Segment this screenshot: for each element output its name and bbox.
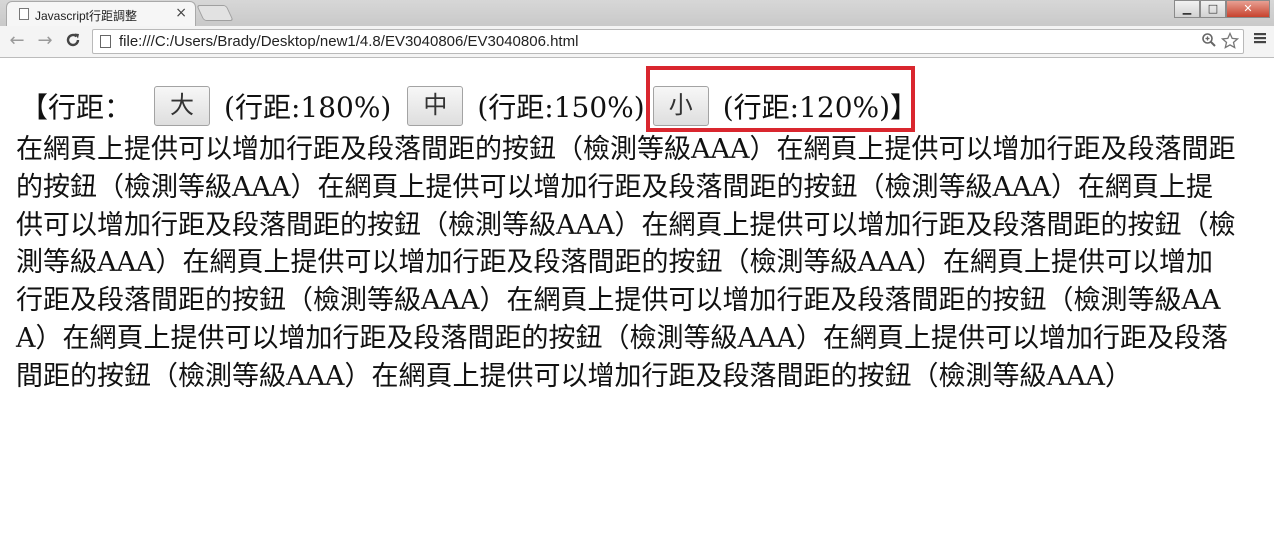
page-icon <box>19 8 29 20</box>
zoom-icon[interactable] <box>1201 32 1217 52</box>
minimize-button[interactable]: ▁ <box>1174 0 1200 18</box>
tab-title: Javascript行距調整 <box>35 9 138 23</box>
back-button[interactable]: ← <box>6 31 28 53</box>
sample-paragraph: 在網頁上提供可以增加行距及段落間距的按鈕（檢測等級AAA）在網頁上提供可以增加行… <box>16 134 1236 392</box>
highlight-box <box>646 66 915 132</box>
forward-button[interactable]: → <box>34 31 56 53</box>
reload-icon <box>66 33 80 47</box>
line-height-medium-button[interactable]: 中 <box>407 86 464 126</box>
maximize-button[interactable]: □ <box>1200 0 1226 18</box>
page-content: 【行距： 大 (行距:180%) 中 (行距:150%) 小 (行距:120%)… <box>0 59 1274 544</box>
url-text[interactable]: file:///C:/Users/Brady/Desktop/new1/4.8/… <box>119 33 578 50</box>
line-height-large-desc: (行距:180%) <box>224 91 392 124</box>
line-height-medium-desc: (行距:150%) <box>477 91 645 124</box>
reload-button[interactable] <box>62 31 84 53</box>
window-controls: ▁ □ ✕ <box>1174 0 1270 18</box>
line-height-large-button[interactable]: 大 <box>154 86 211 126</box>
page-icon <box>100 35 111 48</box>
browser-tab[interactable]: Javascript行距調整 × <box>6 1 196 26</box>
browser-titlebar: Javascript行距調整 × ▁ □ ✕ <box>0 0 1274 26</box>
tab-close-icon[interactable]: × <box>175 5 187 21</box>
star-icon[interactable] <box>1220 31 1240 54</box>
line-height-label: 【行距： <box>20 91 133 124</box>
browser-toolbar: ← → file:///C:/Users/Brady/Desktop/new1/… <box>0 26 1274 58</box>
close-window-button[interactable]: ✕ <box>1226 0 1270 18</box>
new-tab-button[interactable] <box>196 5 234 21</box>
address-bar[interactable]: file:///C:/Users/Brady/Desktop/new1/4.8/… <box>92 29 1244 54</box>
menu-icon[interactable] <box>1252 30 1268 51</box>
